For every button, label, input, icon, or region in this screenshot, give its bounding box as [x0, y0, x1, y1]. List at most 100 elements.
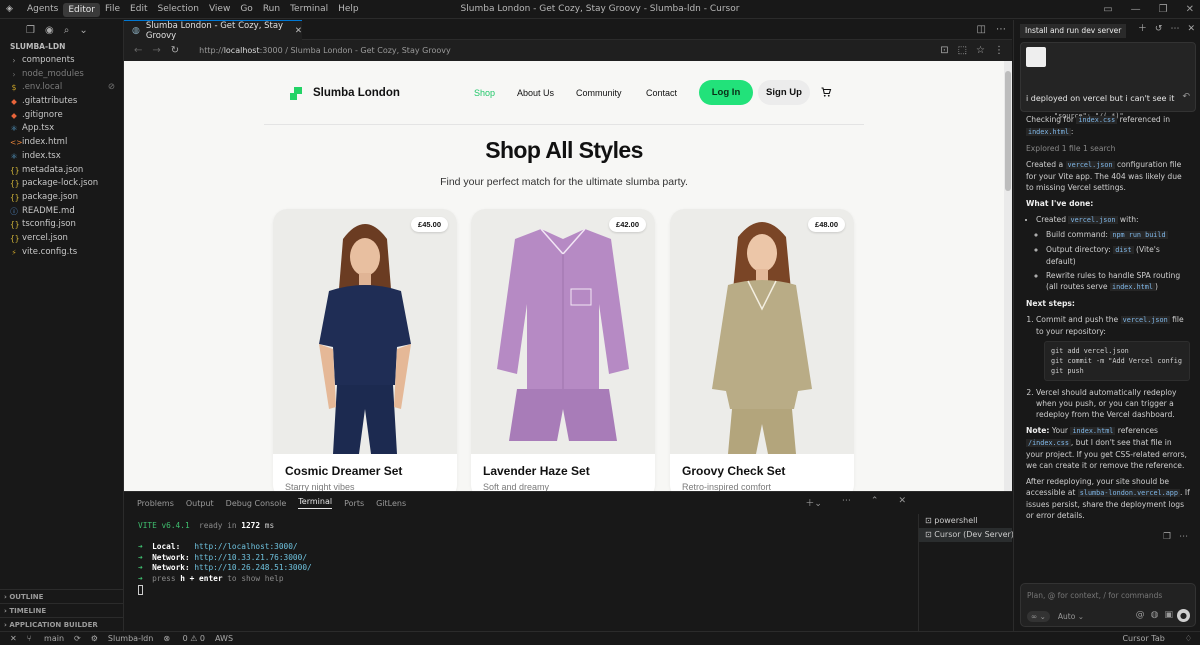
nav-contact[interactable]: Contact [646, 88, 677, 98]
file-tree-item[interactable]: ⚛ index.tsx [0, 150, 123, 164]
menu-terminal[interactable]: Terminal [285, 0, 333, 19]
back-icon[interactable]: ← [134, 45, 142, 56]
screenshot-icon[interactable]: ⊡ [940, 45, 948, 56]
nav-about[interactable]: About Us [517, 88, 554, 98]
mode-selector[interactable]: ∞ ⌄ [1027, 611, 1050, 622]
file-tree-item[interactable]: ⚛ App.tsx [0, 122, 123, 136]
model-selector[interactable]: Auto ⌄ [1058, 611, 1084, 622]
star-icon[interactable]: ☆ [976, 45, 985, 56]
tab-problems[interactable]: Problems [137, 499, 174, 508]
login-button[interactable]: Log In [699, 80, 753, 105]
close-panel-icon[interactable]: ✕ [898, 496, 906, 509]
file-tree-item[interactable]: ◆ .gitattributes [0, 95, 123, 109]
minimize-icon[interactable]: — [1131, 0, 1141, 19]
page-scrollbar[interactable] [1004, 61, 1012, 491]
file-tree-item[interactable]: {} package-lock.json [0, 177, 123, 191]
close-window-icon[interactable]: ✕ [1186, 0, 1194, 19]
product-image[interactable] [670, 209, 854, 454]
file-tree-item[interactable]: $ .env.local ⊘ [0, 81, 123, 95]
local-url[interactable]: http://localhost:3000/ [194, 542, 297, 551]
nav-shop[interactable]: Shop [474, 88, 495, 98]
more-icon[interactable]: ⋮ [994, 45, 1004, 56]
voice-send-button[interactable]: ● [1177, 609, 1190, 622]
product-card[interactable]: £42.00 Lavender Haze Set Soft and dreamy [471, 209, 655, 491]
aws-indicator[interactable]: AWS [215, 634, 233, 643]
terminal-item-powershell[interactable]: ⊡ powershell [919, 514, 1012, 528]
tab-browser-preview[interactable]: ◍ Slumba London - Get Cozy, Stay Groovy … [124, 20, 302, 41]
file-tree-item[interactable]: {} metadata.json [0, 164, 123, 178]
product-name[interactable]: Cosmic Dreamer Set [285, 464, 402, 478]
chevron-down-icon[interactable]: ⌄ [79, 25, 87, 36]
product-card[interactable]: £48.00 Groovy Check Set Retro-inspired c… [670, 209, 854, 491]
remote-icon[interactable]: ✕ [10, 634, 17, 643]
files-icon[interactable]: ❐ [26, 25, 35, 36]
signup-button[interactable]: Sign Up [758, 80, 810, 105]
chat-input[interactable]: Plan, @ for context, / for commands ∞ ⌄ … [1020, 583, 1196, 627]
mention-icon[interactable]: @ [1136, 610, 1145, 621]
select-element-icon[interactable]: ⬚ [958, 45, 967, 56]
split-editor-icon[interactable]: ◫ [977, 20, 986, 40]
user-message-box[interactable]: i deployed on vercel but i can't see it … [1020, 42, 1196, 112]
tab-ports[interactable]: Ports [344, 499, 364, 508]
menu-run[interactable]: Run [258, 0, 285, 19]
more-actions-icon[interactable]: ⋯ [996, 20, 1006, 40]
attachment-thumbnail[interactable] [1026, 47, 1046, 67]
file-tree-item[interactable]: ◆ .gitignore [0, 109, 123, 123]
sync-icon[interactable]: ⟳ [74, 634, 81, 643]
layout-icon[interactable]: ▭ [1103, 0, 1112, 19]
restore-icon[interactable]: ↶ [1182, 92, 1190, 103]
terminal-item-dev-server[interactable]: ⊡ Cursor (Dev Server) [919, 528, 1014, 542]
scrollbar-thumb[interactable] [1005, 71, 1011, 191]
file-tree-item[interactable]: {} vercel.json [0, 232, 123, 246]
product-image[interactable] [471, 209, 655, 454]
more-icon[interactable]: ⋯ [842, 496, 851, 509]
tab-output[interactable]: Output [186, 499, 214, 508]
reload-icon[interactable]: ↻ [171, 45, 179, 56]
copy-icon[interactable]: ❐ [1163, 532, 1171, 543]
maximize-panel-icon[interactable]: ⌃ [871, 496, 879, 509]
network-url[interactable]: http://10.26.248.51:3000/ [194, 563, 311, 572]
section-application-builder[interactable]: › APPLICATION BUILDER [0, 617, 123, 631]
project-indicator[interactable]: Slumba-ldn [108, 634, 153, 643]
maximize-icon[interactable]: ❐ [1159, 0, 1168, 19]
brand-name[interactable]: Slumba London [313, 87, 400, 99]
terminal-output[interactable]: VITE v6.4.1 ready in 1272 ms ➜ Local: ht… [138, 521, 312, 598]
forward-icon[interactable]: → [152, 45, 160, 56]
explored-status[interactable]: Explored 1 file 1 search [1026, 143, 1190, 154]
more-icon[interactable]: ⋯ [1170, 24, 1179, 35]
file-tree-item[interactable]: {} package.json [0, 191, 123, 205]
file-tree-item[interactable]: › components [0, 54, 123, 68]
problems-indicator[interactable]: ⊗ 0 ⚠ 0 [163, 634, 205, 643]
menu-editor[interactable]: Editor [63, 2, 100, 17]
image-icon[interactable]: ▣ [1164, 610, 1173, 621]
file-tree-item[interactable]: › node_modules [0, 68, 123, 82]
file-tree-item[interactable]: <> index.html [0, 136, 123, 150]
menu-view[interactable]: View [204, 0, 235, 19]
menu-file[interactable]: File [100, 0, 125, 19]
branch-indicator[interactable]: ⑂ main [27, 634, 64, 643]
close-icon[interactable]: ✕ [1187, 24, 1195, 35]
menu-go[interactable]: Go [235, 0, 257, 19]
project-title[interactable]: SLUMBA-LDN [0, 40, 123, 54]
product-card[interactable]: £45.00 Cosmic Dreamer Set Starry night v… [273, 209, 457, 491]
tab-debug-console[interactable]: Debug Console [226, 499, 287, 508]
notifications-icon[interactable]: ♢ [1185, 634, 1192, 643]
history-icon[interactable]: ↺ [1155, 24, 1163, 35]
section-outline[interactable]: › OUTLINE [0, 589, 123, 603]
search-icon[interactable]: ⌕ [64, 25, 70, 36]
more-icon[interactable]: ⋯ [1179, 532, 1188, 543]
file-tree-item[interactable]: ⓘ README.md [0, 205, 123, 219]
extensions-icon[interactable]: ◉ [45, 25, 54, 36]
nav-community[interactable]: Community [576, 88, 622, 98]
menu-agents[interactable]: Agents [22, 0, 63, 19]
network-url[interactable]: http://10.33.21.76:3000/ [194, 553, 307, 562]
product-image[interactable] [273, 209, 457, 454]
menu-selection[interactable]: Selection [152, 0, 203, 19]
new-chat-icon[interactable]: ＋ [1138, 24, 1147, 35]
menu-edit[interactable]: Edit [125, 0, 152, 19]
section-timeline[interactable]: › TIMELINE [0, 603, 123, 617]
product-name[interactable]: Lavender Haze Set [483, 464, 590, 478]
url-field[interactable]: http://localhost:3000 / Slumba London - … [199, 46, 451, 55]
code-block[interactable]: git add vercel.json git commit -m "Add V… [1044, 341, 1190, 381]
menu-help[interactable]: Help [333, 0, 364, 19]
